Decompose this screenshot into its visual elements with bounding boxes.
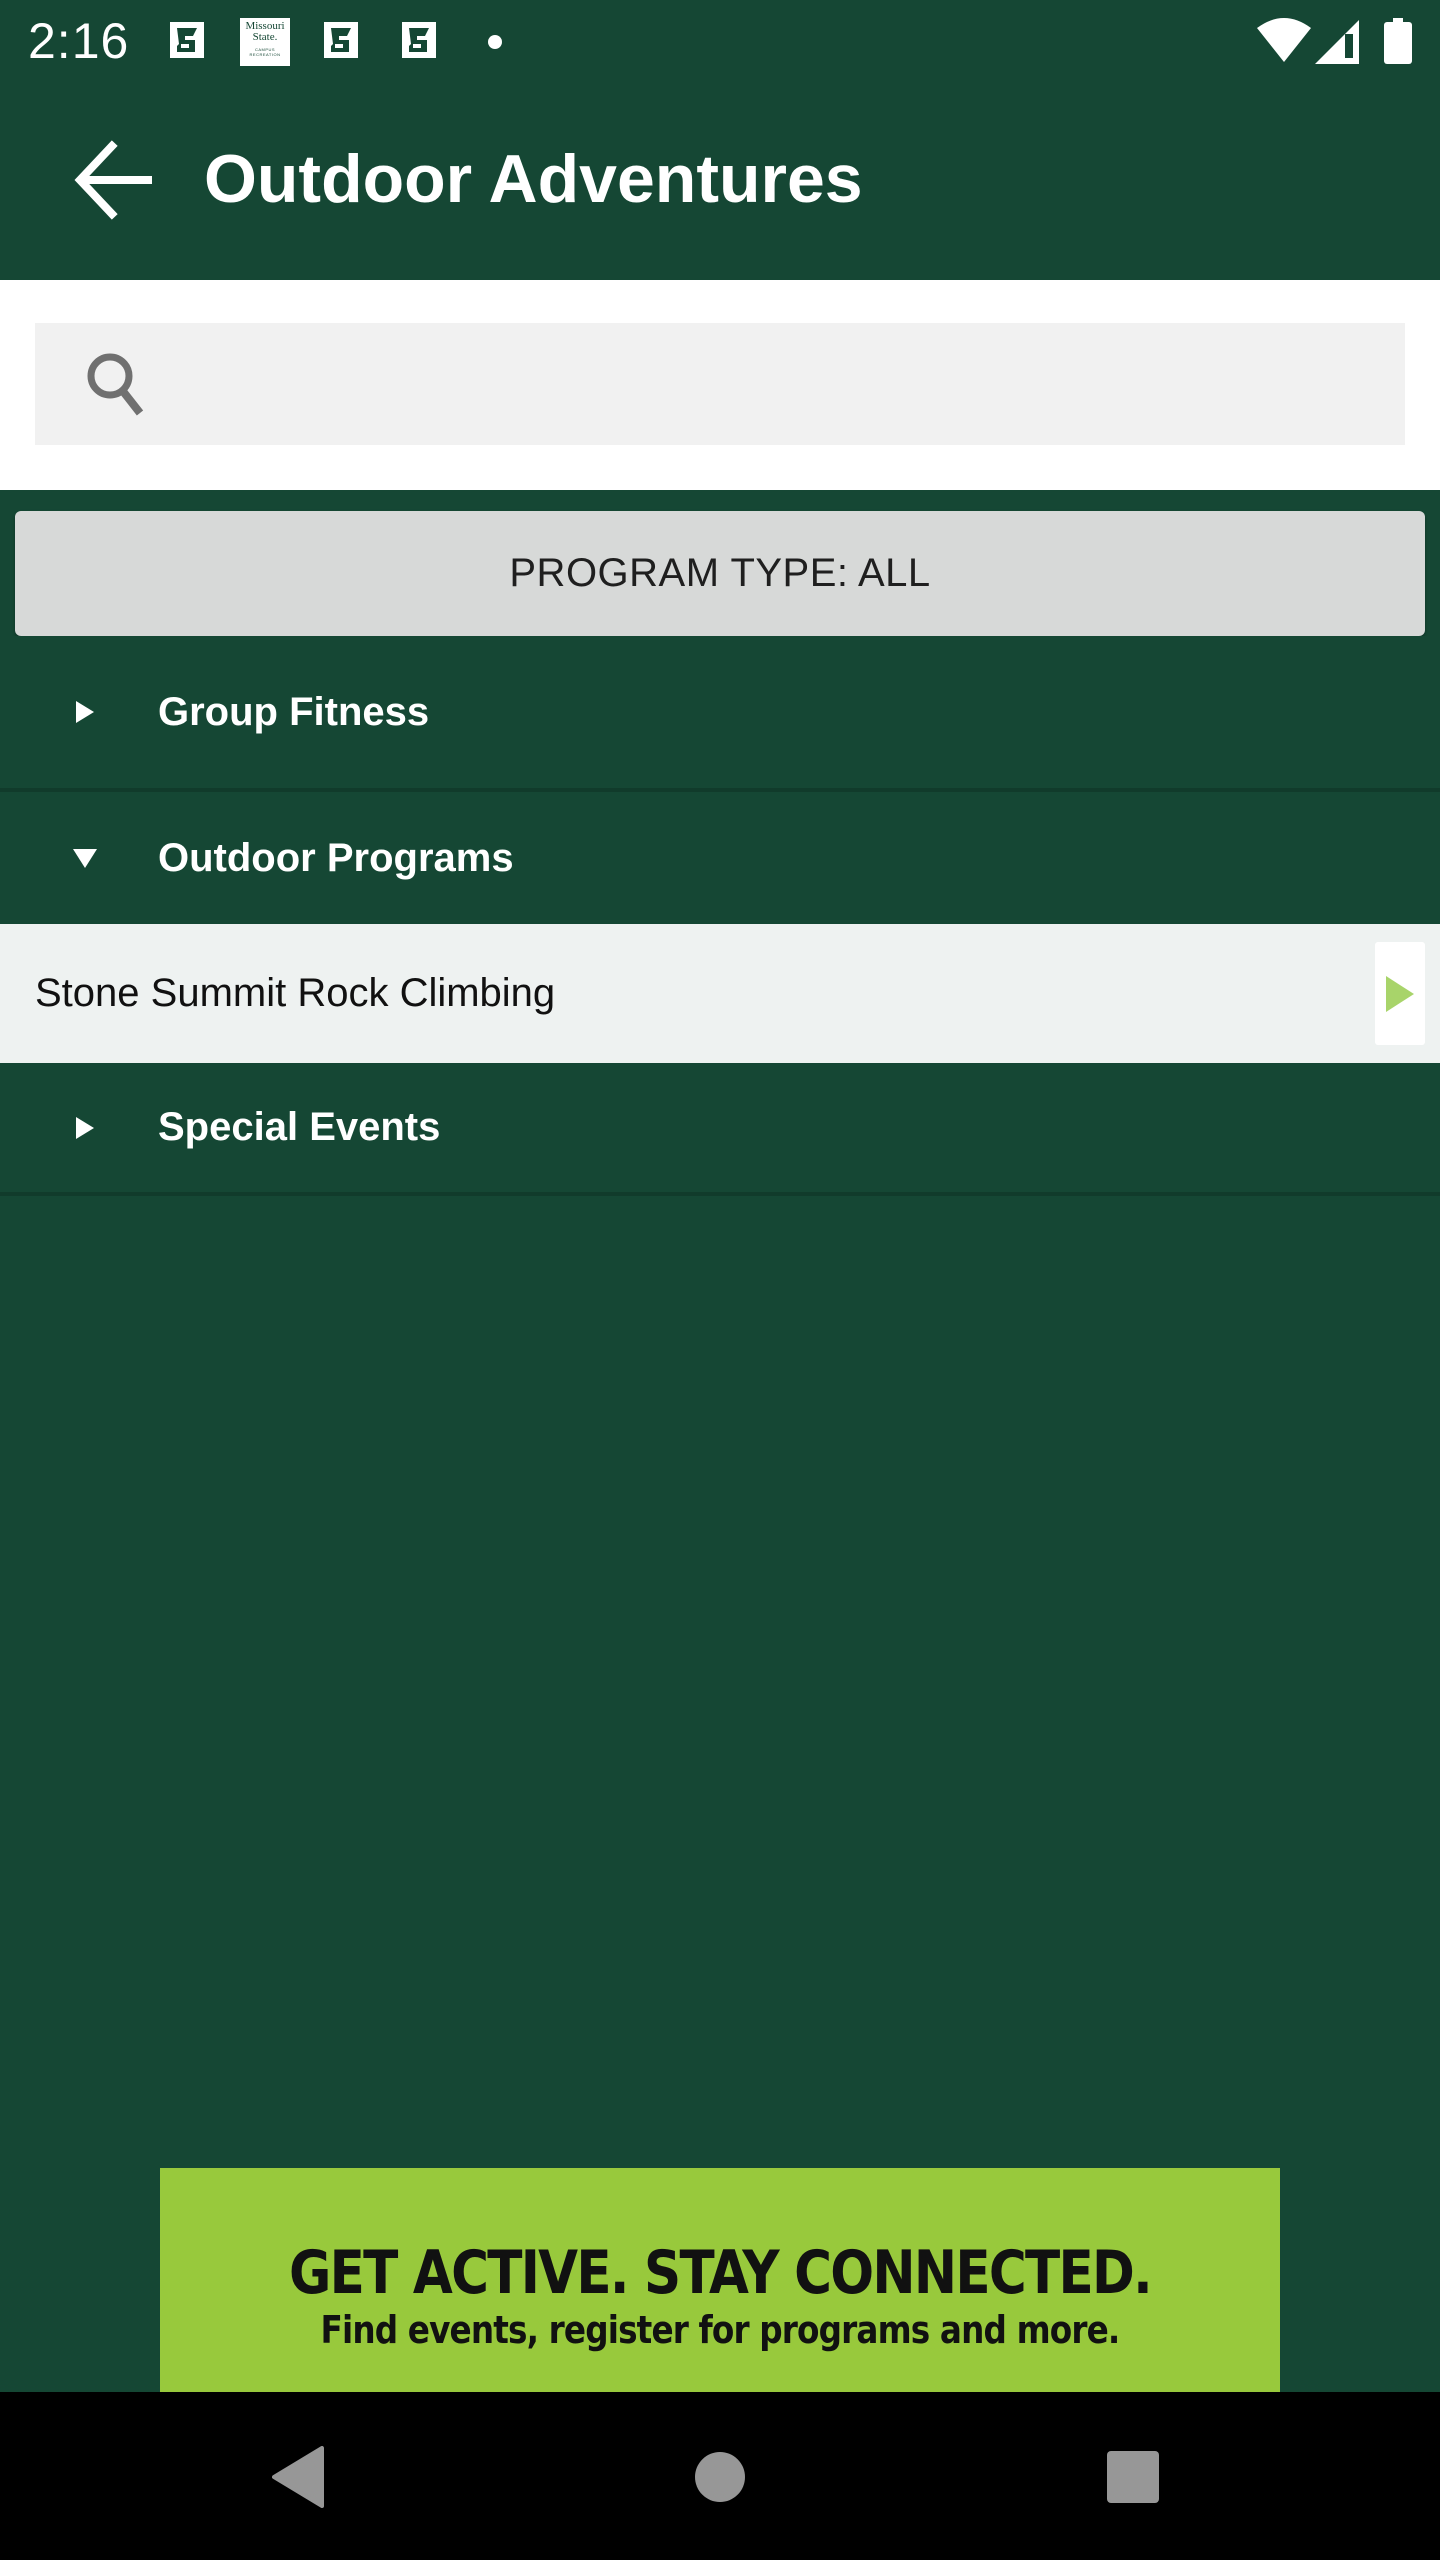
fitness-app-notification-icon [400,20,438,60]
recents-nav-icon [1107,2451,1159,2503]
system-nav-bar [0,2392,1440,2560]
expand-arrow-right-icon [70,697,100,727]
promo-banner[interactable]: GET ACTIVE. STAY CONNECTED. Find events,… [160,2168,1280,2392]
collapse-arrow-down-icon [70,843,100,873]
banner-headline: GET ACTIVE. STAY CONNECTED. [288,2238,1153,2308]
screen: 2:16 Missouri State. CAMPUS RECREATION O… [0,0,1440,2560]
back-button[interactable] [62,135,162,225]
open-item-button[interactable] [1375,942,1425,1045]
category-row-outdoor-programs[interactable]: Outdoor Programs [0,792,1440,924]
play-arrow-icon [1386,975,1414,1012]
category-label: Special Events [158,1105,441,1149]
category-row-special-events[interactable]: Special Events [0,1063,1440,1196]
category-label: Group Fitness [158,689,430,734]
page-title: Outdoor Adventures [204,141,863,217]
battery-icon [1384,18,1412,64]
fitness-app-notification-icon [168,20,206,60]
wifi-icon [1257,18,1311,64]
nav-home-button[interactable] [670,2432,770,2522]
nav-recents-button[interactable] [1083,2432,1183,2522]
category-label: Outdoor Programs [158,835,514,880]
program-type-filter-button[interactable]: PROGRAM TYPE: ALL [15,511,1425,636]
more-notifications-dot-icon [488,35,502,49]
back-nav-icon [272,2446,324,2508]
logo-line-2: State. [252,31,278,43]
missouri-state-notification-icon: Missouri State. CAMPUS RECREATION [240,18,290,66]
list-item-label: Stone Summit Rock Climbing [35,971,556,1015]
expand-arrow-right-icon [70,1113,100,1143]
category-row-group-fitness[interactable]: Group Fitness [0,636,1440,792]
search-input[interactable] [157,323,1405,445]
status-bar: 2:16 Missouri State. CAMPUS RECREATION [0,0,1440,85]
list-item-stone-summit-rock-climbing[interactable]: Stone Summit Rock Climbing [0,924,1440,1063]
search-icon [77,344,157,424]
nav-back-button[interactable] [250,2432,350,2522]
fitness-app-notification-icon [322,20,360,60]
cellular-signal-icon [1315,20,1361,64]
logo-line-3: CAMPUS RECREATION [249,47,281,57]
app-bar: Outdoor Adventures [0,85,1440,280]
status-time: 2:16 [28,13,130,69]
search-section [0,280,1440,490]
search-field[interactable] [35,323,1405,445]
arrow-back-icon [74,140,152,220]
banner-subtext: Find events, register for programs and m… [320,2308,1121,2352]
home-nav-icon [695,2452,745,2502]
